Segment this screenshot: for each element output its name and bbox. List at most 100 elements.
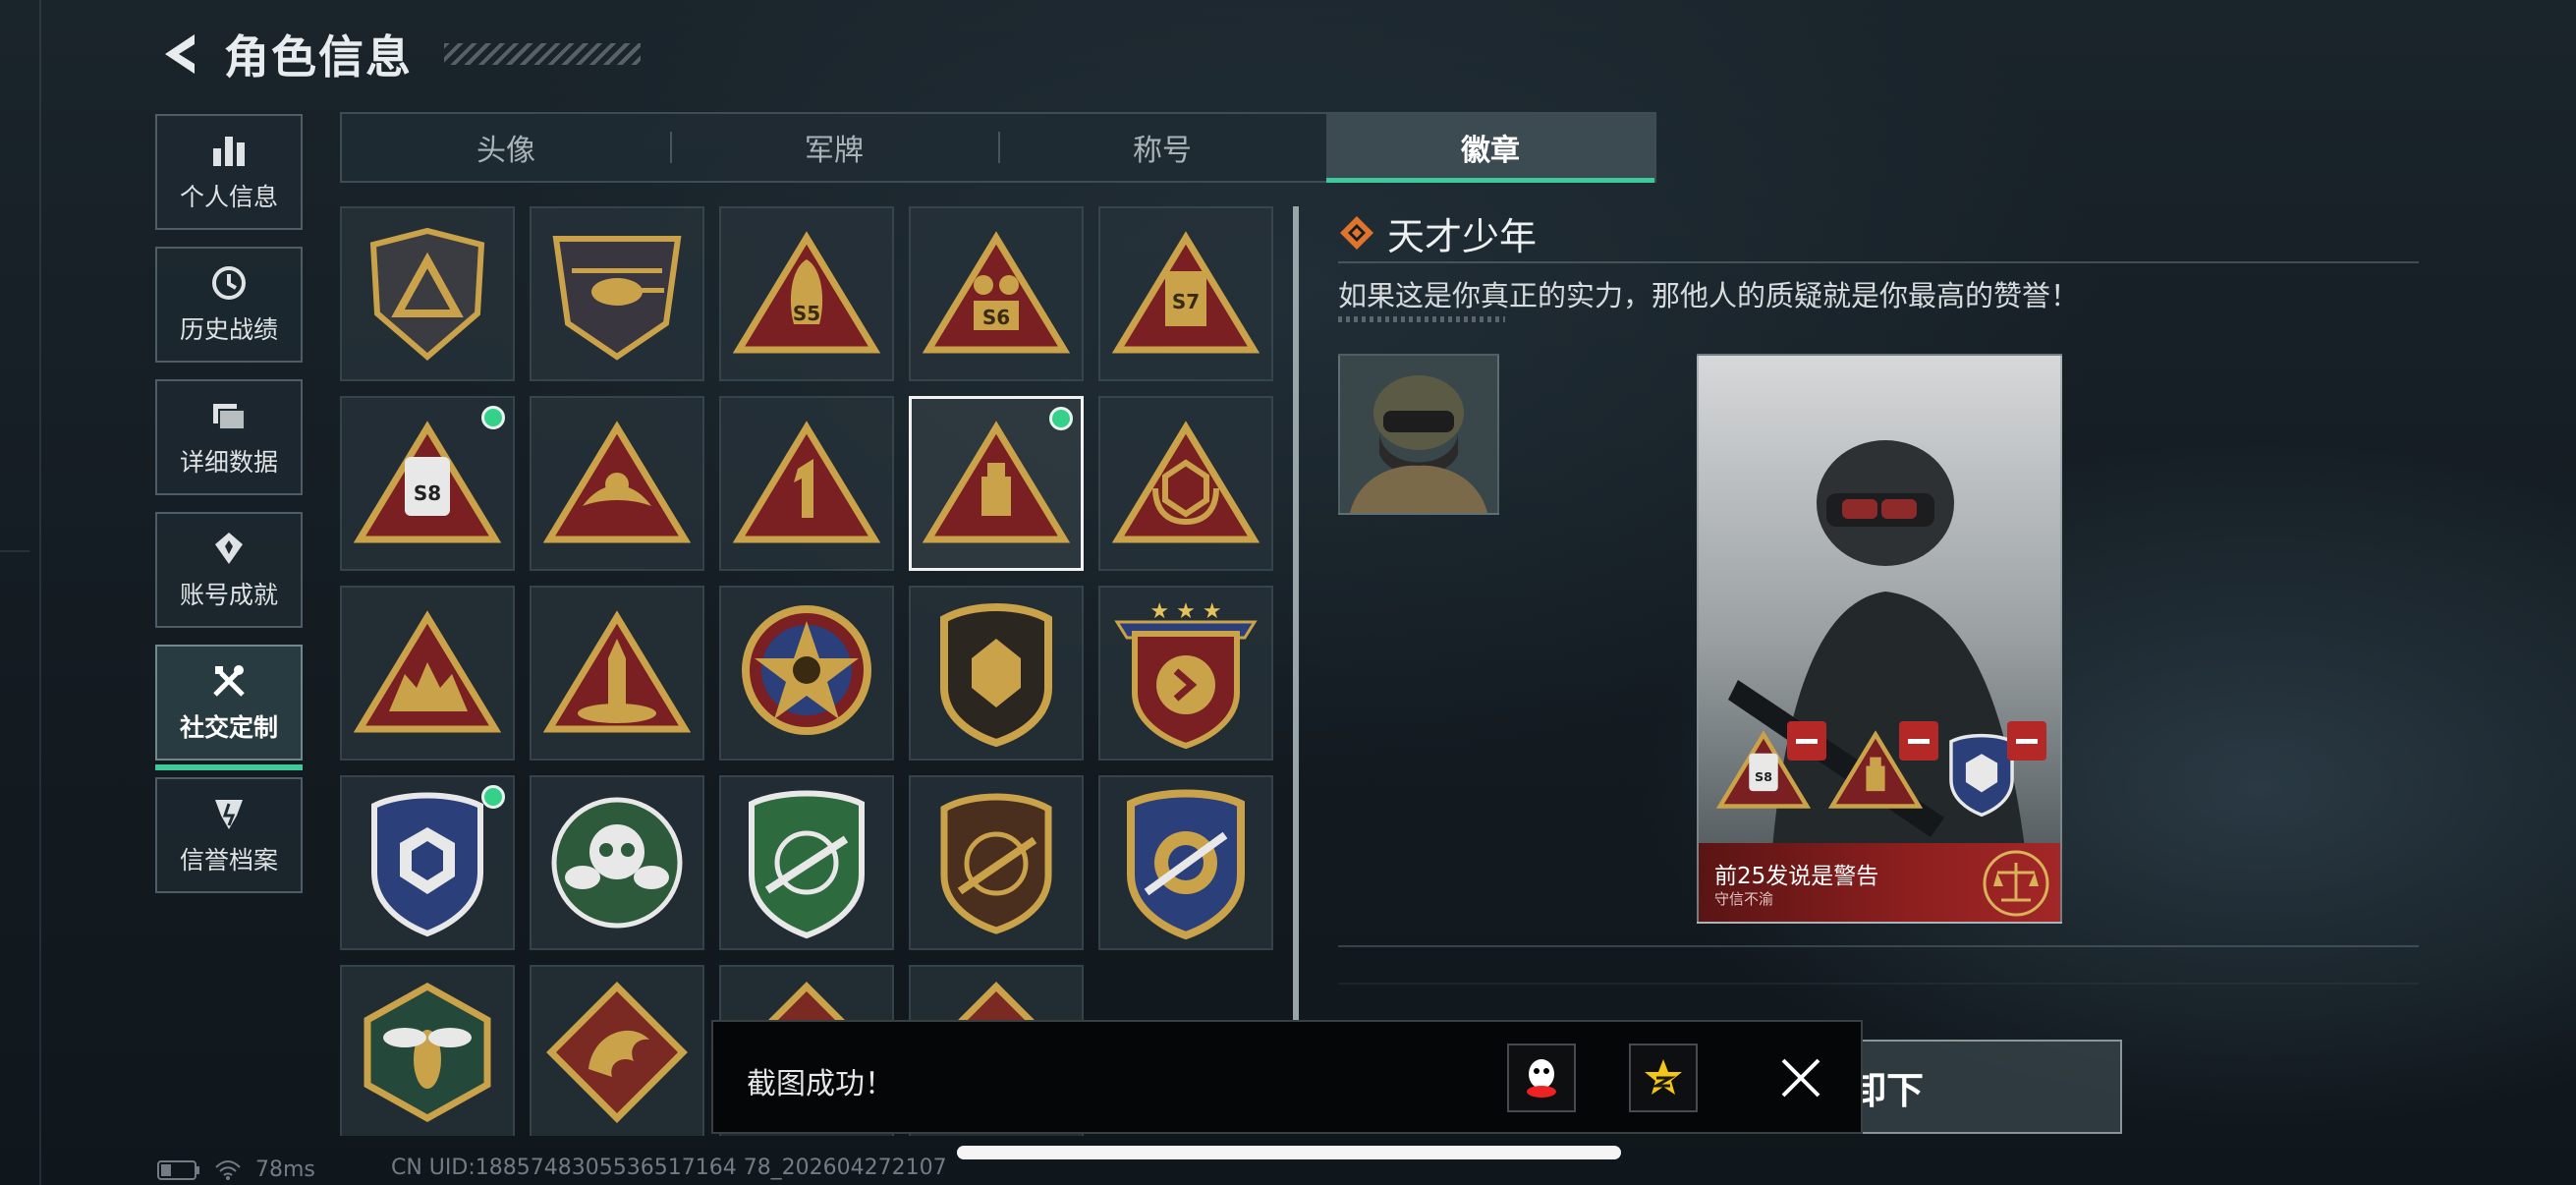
card-title: 前25发说是警告 (1714, 864, 1879, 889)
qq-icon (1527, 1059, 1556, 1098)
badge-cell[interactable] (719, 586, 894, 761)
remove-badge-button[interactable] (1787, 721, 1826, 761)
badge-cell[interactable] (530, 586, 704, 761)
deco-line (0, 550, 29, 552)
player-uid: CN UID:1885748305536517164 78_2026042721… (391, 1156, 947, 1180)
share-qzone-button[interactable] (1629, 1044, 1698, 1112)
medal-icon (215, 533, 243, 564)
nav-item-label: 账号成就 (179, 581, 278, 609)
tab-dog-tag[interactable]: 军牌 (670, 114, 998, 181)
svg-text:S7: S7 (1172, 290, 1200, 313)
badge-description: 如果这是你真正的实力，那他人的质疑就是你最高的赞誉！ (1338, 279, 2080, 312)
s6-badge-icon: S6 (923, 231, 1070, 354)
shield-badge-icon (369, 227, 485, 361)
tab-avatar[interactable]: 头像 (342, 114, 670, 181)
svg-text:S6: S6 (982, 306, 1010, 329)
badge-cell[interactable] (1098, 396, 1273, 571)
divider (1338, 261, 2419, 263)
wifi-icon (215, 1159, 241, 1180)
badge-cell[interactable] (909, 775, 1084, 950)
status-bar: 78ms (157, 1157, 315, 1182)
badge-cell[interactable] (530, 775, 704, 950)
badge-cell[interactable] (909, 586, 1084, 761)
nav-item-profile[interactable]: 个人信息 (155, 114, 303, 230)
nav-item-label: 个人信息 (179, 183, 278, 211)
s8-badge-icon: S8 (354, 421, 501, 543)
share-qq-button[interactable] (1507, 1044, 1576, 1112)
card-title-banner: 前25发说是警告 守信不渝 (1699, 843, 2060, 922)
tab-title[interactable]: 称号 (998, 114, 1326, 181)
nav-item-label: 详细数据 (179, 448, 278, 477)
decoration-dots (1338, 316, 1505, 322)
title-decoration (444, 43, 641, 65)
svg-text:★ ★ ★: ★ ★ ★ (1149, 599, 1221, 624)
bar-chart-icon (213, 137, 245, 166)
soldier-portrait-icon (1340, 356, 1497, 513)
badge-cell[interactable]: S8 (340, 396, 515, 571)
close-icon (1781, 1058, 1820, 1098)
badge-slot[interactable] (1940, 721, 2046, 819)
tab-bar: 头像 军牌 称号 徽章 (340, 112, 1656, 183)
screenshot-toast: 截图成功！ (711, 1020, 1863, 1134)
badge-slot[interactable] (1827, 721, 1938, 819)
badge-cell[interactable]: S5 (719, 206, 894, 381)
badge-cell[interactable] (530, 206, 704, 381)
badge-cell[interactable]: S6 (909, 206, 1084, 381)
new-indicator (481, 785, 505, 809)
scales-emblem-icon (1983, 850, 2049, 917)
qzone-star-icon (1645, 1059, 1682, 1095)
card-subtitle: 守信不渝 (1714, 890, 1774, 908)
page-header: 角色信息 (157, 22, 641, 86)
nav-item-social-custom[interactable]: 社交定制 (155, 645, 303, 770)
scrollbar[interactable] (1293, 206, 1299, 1022)
divider (1338, 945, 2419, 947)
helicopter-badge-icon (552, 236, 682, 361)
back-arrow-icon (165, 34, 195, 74)
tab-badge[interactable]: 徽章 (1326, 114, 1654, 183)
remove-badge-button[interactable] (2007, 721, 2046, 761)
wing-badge-icon (543, 421, 691, 543)
badge-cell[interactable] (530, 396, 704, 571)
badge-cell-selected[interactable] (909, 396, 1084, 571)
folder-icon (213, 404, 246, 430)
blue-crest-badge-icon (371, 792, 483, 937)
badge-cell[interactable] (340, 586, 515, 761)
nav-item-reputation[interactable]: 信誉档案 (155, 777, 303, 893)
deco-line (1338, 983, 2419, 985)
wasp-badge-icon (364, 982, 491, 1123)
badge-cell[interactable]: ★ ★ ★ (1098, 586, 1273, 761)
dragon-badge-icon (546, 982, 688, 1123)
badge-cell[interactable] (340, 775, 515, 950)
nav-item-label: 社交定制 (179, 713, 278, 742)
close-toast-button[interactable] (1766, 1044, 1835, 1112)
dark-shield-badge-icon (940, 603, 1052, 747)
ping-value: 78ms (255, 1157, 315, 1182)
nav-item-achievements[interactable]: 账号成就 (155, 512, 303, 628)
reputation-icon (215, 800, 243, 829)
badge-cell[interactable] (1098, 775, 1273, 950)
badge-cell[interactable] (340, 965, 515, 1136)
back-button[interactable] (157, 27, 200, 82)
page-title: 角色信息 (224, 30, 413, 84)
brown-rifle-badge-icon (940, 793, 1052, 934)
svg-text:S8: S8 (414, 481, 441, 505)
badge-cell[interactable] (719, 396, 894, 571)
home-indicator[interactable] (957, 1146, 1621, 1159)
green-skull-badge-icon (551, 797, 683, 929)
svg-text:S8: S8 (1755, 770, 1772, 785)
badge-slot[interactable]: S8 (1715, 721, 1826, 819)
badge-cell[interactable] (719, 775, 894, 950)
usb-badge-icon (923, 421, 1070, 543)
nav-item-label: 历史战绩 (179, 315, 278, 344)
toast-message: 截图成功！ (747, 1067, 894, 1101)
badge-cell[interactable]: S7 (1098, 206, 1273, 381)
badge-cell[interactable] (530, 965, 704, 1136)
nav-item-details[interactable]: 详细数据 (155, 379, 303, 495)
player-avatar[interactable] (1338, 354, 1499, 515)
deco-line (39, 0, 41, 1185)
badge-cell[interactable] (340, 206, 515, 381)
remove-badge-button[interactable] (1899, 721, 1938, 761)
gold-target-badge-icon (1127, 789, 1245, 940)
side-nav: 个人信息 历史战绩 详细数据 账号成就 社交定制 信誉档案 (155, 114, 305, 910)
nav-item-history[interactable]: 历史战绩 (155, 247, 303, 363)
